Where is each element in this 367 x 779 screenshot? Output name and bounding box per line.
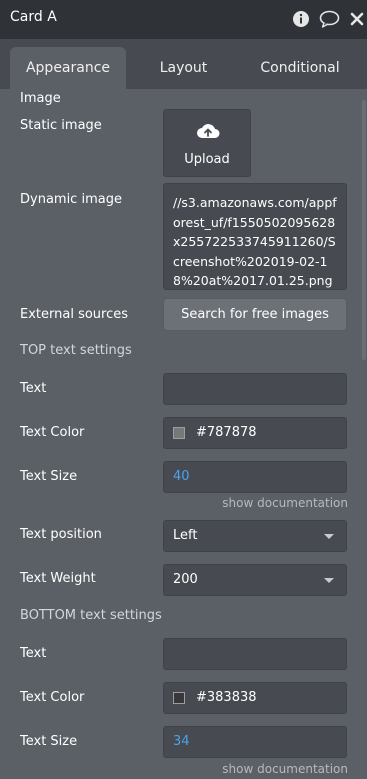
top-text-size-value: 40 [173,469,190,484]
show-documentation-link[interactable]: show documentation [222,496,348,510]
title-bar: Card A [0,0,367,39]
text-weight-dropdown[interactable]: 200 [163,564,347,596]
text-position-value: Left [173,528,198,543]
chevron-down-icon [324,534,334,539]
dynamic-image-label: Dynamic image [20,192,122,207]
top-text-size-input[interactable]: 40 [163,461,347,493]
search-free-images-button[interactable]: Search for free images [163,298,347,331]
static-image-label: Static image [20,118,102,133]
chevron-down-icon [324,578,334,583]
tab-bar: Appearance Layout Conditional [0,39,367,89]
bottom-text-label: Text [20,646,47,661]
top-text-settings-heading: TOP text settings [20,343,132,358]
tab-layout[interactable]: Layout [141,47,226,89]
text-weight-value: 200 [173,572,198,587]
color-swatch[interactable] [173,692,185,704]
bottom-text-color-label: Text Color [20,690,85,705]
upload-label: Upload [184,152,230,167]
top-text-label: Text [20,381,47,396]
bottom-text-size-input[interactable]: 34 [163,726,347,758]
text-position-label: Text position [20,527,102,542]
dynamic-image-field[interactable]: //s3.amazonaws.com/appforest_uf/f1550502… [163,183,347,290]
color-swatch[interactable] [173,427,185,439]
bottom-text-size-value: 34 [173,734,190,749]
bottom-text-color-field[interactable]: #383838 [163,682,347,714]
bottom-text-input[interactable] [163,638,347,670]
bottom-text-size-label: Text Size [20,734,78,749]
bottom-text-color-value: #383838 [196,690,257,705]
comment-icon[interactable] [319,10,340,28]
top-text-size-label: Text Size [20,469,78,484]
tab-conditional[interactable]: Conditional [250,47,350,89]
image-section-label: Image [20,91,61,106]
scrollbar[interactable] [362,100,366,360]
window-title: Card A [10,9,57,25]
text-position-dropdown[interactable]: Left [163,520,347,552]
external-sources-label: External sources [20,307,129,322]
top-text-input[interactable] [163,373,347,405]
show-documentation-link[interactable]: show documentation [222,762,348,776]
cloud-upload-icon [196,122,220,146]
bottom-text-settings-heading: BOTTOM text settings [20,608,162,623]
top-text-color-field[interactable]: #787878 [163,417,347,449]
text-weight-label: Text Weight [20,571,96,586]
top-text-color-label: Text Color [20,425,85,440]
info-icon[interactable] [292,10,310,28]
tab-appearance[interactable]: Appearance [10,47,126,89]
top-text-color-value: #787878 [196,425,257,440]
close-icon[interactable] [348,10,366,28]
upload-button[interactable]: Upload [163,109,251,177]
